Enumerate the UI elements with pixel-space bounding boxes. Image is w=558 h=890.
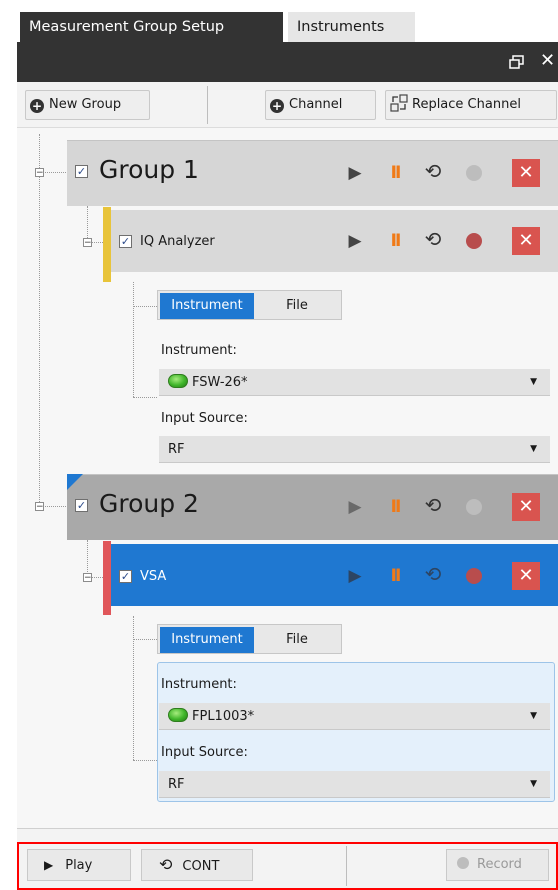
add-channel-button[interactable]: + Channel [265,90,376,120]
panel-title-bar [17,42,558,82]
chevron-down-icon: ▼ [530,711,537,721]
channel-vsa-remove-button[interactable]: ✕ [512,562,540,590]
channel-vsa-collapse-toggle[interactable]: − [83,573,92,583]
group-2-collapse-toggle[interactable]: − [35,502,44,512]
tab-instruments[interactable]: Instruments [288,12,415,42]
channel-iq-collapse-toggle[interactable]: − [83,238,92,248]
group-1-title: Group 1 [99,155,199,184]
input-source-select[interactable]: RF ▼ [159,771,550,798]
channel-vsa-pause-button[interactable]: II [384,566,406,586]
instrument-select[interactable]: FPL1003* ▼ [159,703,550,730]
instrument-value: FPL1003* [192,709,255,724]
connection-status-icon [168,374,188,388]
channel-vsa-continuous-button[interactable]: ⟲ [422,564,444,584]
plus-circle-icon: + [270,99,284,113]
channel-iq-analyzer-checkbox[interactable]: ✓ [119,235,132,248]
replace-channel-icon [390,94,408,112]
channel-iq-remove-button[interactable]: ✕ [512,227,540,255]
tree-line [133,760,157,761]
group-1-continuous-button[interactable]: ⟲ [422,161,444,181]
group-1-remove-button[interactable]: ✕ [512,159,540,187]
instrument-label: Instrument: [161,677,237,692]
close-icon[interactable]: ✕ [540,50,555,71]
chevron-down-icon: ▼ [530,444,537,454]
tree-line [42,506,66,507]
group-1-record-button[interactable] [466,165,482,181]
tab-instrument[interactable]: Instrument [160,627,254,653]
channel-color-marker [103,207,111,282]
input-source-label: Input Source: [161,745,248,760]
tree-line [133,616,134,760]
tab-file[interactable]: File [254,293,340,319]
channel-vsa-title: VSA [140,569,167,584]
input-source-label: Input Source: [161,411,248,426]
new-group-label: New Group [49,97,122,112]
group-2-checkbox[interactable]: ✓ [75,499,88,512]
channel-iq-pause-button[interactable]: II [384,231,406,251]
group-2-play-button[interactable]: ▶ [344,497,366,517]
tree-line [87,540,88,576]
highlight-frame [17,842,558,890]
chevron-down-icon: ▼ [530,779,537,789]
channel-iq-analyzer-title: IQ Analyzer [140,234,215,249]
tree-line [133,282,134,397]
channel-iq-record-button[interactable] [466,233,482,249]
group-2-continuous-button[interactable]: ⟲ [422,495,444,515]
toolbar-divider [207,86,208,124]
instrument-select[interactable]: FSW-26* ▼ [159,369,550,396]
input-source-value: RF [168,442,185,457]
group-2-record-button[interactable] [466,499,482,515]
group-1-play-button[interactable]: ▶ [344,163,366,183]
channel-label: Channel [289,97,343,112]
selected-group-marker-icon [67,474,83,490]
input-source-value: RF [168,777,185,792]
group-1-checkbox[interactable]: ✓ [75,165,88,178]
instrument-value: FSW-26* [192,375,248,390]
tree-line [39,134,40,506]
tree-line [133,639,157,640]
channel-iq-continuous-button[interactable]: ⟲ [422,229,444,249]
group-2-title: Group 2 [99,489,199,518]
replace-channel-label: Replace Channel [412,97,521,112]
tree-line [42,172,66,173]
group-1-pause-button[interactable]: II [384,163,406,183]
replace-channel-button[interactable]: Replace Channel [385,90,557,120]
instrument-label: Instrument: [161,343,237,358]
input-source-select[interactable]: RF ▼ [159,436,550,463]
new-group-button[interactable]: + New Group [25,90,150,120]
channel-iq-play-button[interactable]: ▶ [344,231,366,251]
channel-vsa-checkbox[interactable]: ✓ [119,570,132,583]
group-1-collapse-toggle[interactable]: − [35,168,44,178]
tab-file[interactable]: File [254,627,340,653]
tab-instrument[interactable]: Instrument [160,293,254,319]
channel-vsa-header[interactable] [111,544,558,606]
tree-line [87,206,88,242]
divider [17,828,558,829]
tab-measurement-group-setup[interactable]: Measurement Group Setup [20,12,283,42]
tree-line [133,397,157,398]
tree-line [133,306,157,307]
group-2-remove-button[interactable]: ✕ [512,493,540,521]
channel-vsa-record-button[interactable] [466,568,482,584]
channel-color-marker [103,541,111,615]
channel-vsa-play-button[interactable]: ▶ [344,566,366,586]
restore-window-icon[interactable] [509,55,524,69]
plus-circle-icon: + [30,99,44,113]
chevron-down-icon: ▼ [530,377,537,387]
group-2-pause-button[interactable]: II [384,497,406,517]
connection-status-icon [168,708,188,722]
